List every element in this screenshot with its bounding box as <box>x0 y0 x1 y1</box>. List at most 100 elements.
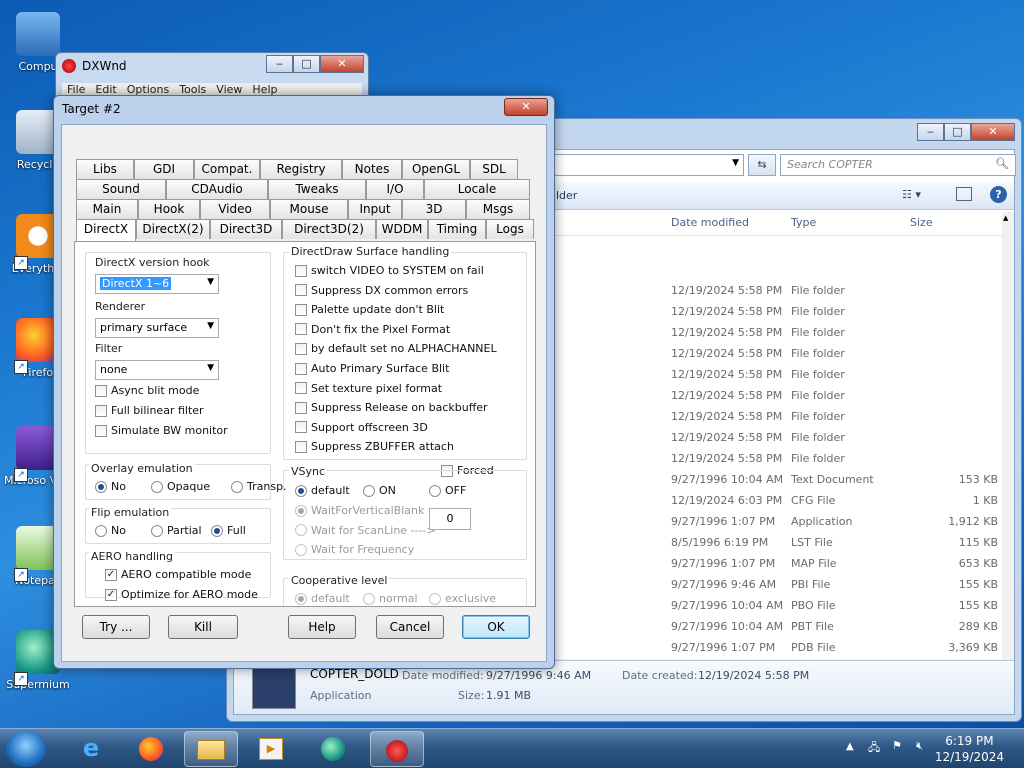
taskbar-media-player-icon[interactable]: ▶ <box>244 731 298 767</box>
action-center-flag-icon[interactable]: ⚑ <box>892 739 902 752</box>
ddraw-check-1-box[interactable] <box>295 284 307 297</box>
left-check-1[interactable]: Full bilinear filter <box>95 404 204 417</box>
tab-mouse[interactable]: Mouse <box>270 199 348 219</box>
view-options-icon[interactable]: ☷ ▾ <box>902 188 921 201</box>
tab-logs[interactable]: Logs <box>486 219 534 239</box>
taskbar-supermium-icon[interactable] <box>306 731 360 767</box>
tab-timing[interactable]: Timing <box>428 219 486 239</box>
search-input[interactable]: Search COPTER 🔍︎ <box>780 154 1016 176</box>
help-icon[interactable]: ? <box>990 186 1007 203</box>
vsync-radio-1-dot[interactable] <box>363 484 375 497</box>
tab-i-o[interactable]: I/O <box>366 179 424 199</box>
ddraw-check-5[interactable]: Auto Primary Surface Blit <box>295 362 449 375</box>
tab-msgs[interactable]: Msgs <box>466 199 530 219</box>
scroll-up-icon[interactable]: ▲ <box>1003 214 1008 222</box>
tab-locale[interactable]: Locale <box>424 179 530 199</box>
overlay-radio-1[interactable]: Opaque <box>151 480 210 493</box>
dialog-close-button[interactable]: ✕ <box>504 98 548 116</box>
scanline-input[interactable]: 0 <box>429 508 471 530</box>
ddraw-check-1[interactable]: Suppress DX common errors <box>295 284 468 297</box>
column-date-modified[interactable]: Date modified <box>671 216 749 229</box>
show-hidden-icons-icon[interactable]: ▲ <box>846 741 854 752</box>
tab-input[interactable]: Input <box>348 199 402 219</box>
help-button[interactable]: Help <box>288 615 356 639</box>
version-hook-select[interactable]: DirectX 1~6 ▼ <box>95 274 219 294</box>
flip-radio-2-dot[interactable] <box>211 524 223 537</box>
tab-sound[interactable]: Sound <box>76 179 166 199</box>
vsync-radio-0-dot[interactable] <box>295 484 307 497</box>
vsync-radio-2[interactable]: OFF <box>429 484 466 497</box>
taskbar-firefox-icon[interactable] <box>124 731 178 767</box>
overlay-radio-1-dot[interactable] <box>151 480 163 493</box>
flip-radio-2[interactable]: Full <box>211 524 246 537</box>
ok-button[interactable]: OK <box>462 615 530 639</box>
ddraw-check-0-box[interactable] <box>295 264 307 277</box>
ddraw-check-7[interactable]: Suppress Release on backbuffer <box>295 401 488 414</box>
ddraw-check-2[interactable]: Palette update don't Blit <box>295 303 444 316</box>
tab-compat[interactable]: Compat. <box>194 159 260 179</box>
taskbar-ie-icon[interactable]: e <box>64 731 118 767</box>
overlay-radio-0[interactable]: No <box>95 480 126 493</box>
ddraw-check-4-box[interactable] <box>295 342 307 355</box>
ddraw-check-6-box[interactable] <box>295 382 307 395</box>
maximize-button[interactable]: □ <box>944 123 971 141</box>
minimize-button[interactable]: ‒ <box>917 123 944 141</box>
flip-radio-0-dot[interactable] <box>95 524 107 537</box>
overlay-radio-2[interactable]: Transp. <box>231 480 287 493</box>
volume-muted-icon[interactable]: 🔇︎ <box>916 739 923 753</box>
tab-opengl[interactable]: OpenGL <box>402 159 470 179</box>
tab-gdi[interactable]: GDI <box>134 159 194 179</box>
ddraw-check-6[interactable]: Set texture pixel format <box>295 382 442 395</box>
tab-3d[interactable]: 3D <box>402 199 466 219</box>
taskbar-explorer-icon[interactable] <box>184 731 238 767</box>
dxwnd-maximize-button[interactable]: □ <box>293 55 320 73</box>
aero-check-1-box[interactable]: ✓ <box>105 588 117 601</box>
ddraw-check-8[interactable]: Support offscreen 3D <box>295 421 428 434</box>
flip-radio-1[interactable]: Partial <box>151 524 202 537</box>
ddraw-check-9[interactable]: Suppress ZBUFFER attach <box>295 440 454 453</box>
tab-cdaudio[interactable]: CDAudio <box>166 179 268 199</box>
vsync-radio-1[interactable]: ON <box>363 484 396 497</box>
network-icon[interactable]: 🖧︎ <box>868 739 880 758</box>
tab-directx-2[interactable]: DirectX(2) <box>136 219 210 239</box>
ddraw-check-5-box[interactable] <box>295 362 307 375</box>
filter-select[interactable]: none ▼ <box>95 360 219 380</box>
vsync-radio-2-dot[interactable] <box>429 484 441 497</box>
vsync-radio-0[interactable]: default <box>295 484 350 497</box>
ddraw-check-2-box[interactable] <box>295 303 307 316</box>
tab-video[interactable]: Video <box>200 199 270 219</box>
dxwnd-close-button[interactable]: ✕ <box>320 55 364 73</box>
tab-sdl[interactable]: SDL <box>470 159 518 179</box>
close-button[interactable]: ✕ <box>971 123 1015 141</box>
left-check-2[interactable]: Simulate BW monitor <box>95 424 228 437</box>
tab-main[interactable]: Main <box>76 199 138 219</box>
preview-pane-icon[interactable] <box>956 187 972 201</box>
left-check-1-box[interactable] <box>95 404 107 417</box>
start-button[interactable] <box>6 731 46 767</box>
column-type[interactable]: Type <box>791 216 816 229</box>
tab-wddm[interactable]: WDDM <box>376 219 428 239</box>
dxwnd-minimize-button[interactable]: ‒ <box>266 55 293 73</box>
kill-button[interactable]: Kill <box>168 615 238 639</box>
flip-radio-0[interactable]: No <box>95 524 126 537</box>
ddraw-check-3[interactable]: Don't fix the Pixel Format <box>295 323 450 336</box>
taskbar-clock[interactable]: 6:19 PM 12/19/2024 <box>935 733 1004 765</box>
ddraw-check-8-box[interactable] <box>295 421 307 434</box>
tab-direct3d[interactable]: Direct3D <box>210 219 282 239</box>
ddraw-check-9-box[interactable] <box>295 440 307 453</box>
overlay-radio-0-dot[interactable] <box>95 480 107 493</box>
ddraw-check-7-box[interactable] <box>295 401 307 414</box>
tab-libs[interactable]: Libs <box>76 159 134 179</box>
ddraw-check-0[interactable]: switch VIDEO to SYSTEM on fail <box>295 264 484 277</box>
try-button[interactable]: Try ... <box>82 615 150 639</box>
tab-hook[interactable]: Hook <box>138 199 200 219</box>
chevron-down-icon[interactable]: ▼ <box>732 158 739 168</box>
cancel-button[interactable]: Cancel <box>376 615 444 639</box>
tab-registry[interactable]: Registry <box>260 159 342 179</box>
tab-tweaks[interactable]: Tweaks <box>268 179 366 199</box>
column-size[interactable]: Size <box>910 216 933 229</box>
tab-direct3d-2[interactable]: Direct3D(2) <box>282 219 376 239</box>
ddraw-check-4[interactable]: by default set no ALPHACHANNEL <box>295 342 497 355</box>
refresh-button[interactable]: ⇆ <box>748 154 776 176</box>
overlay-radio-2-dot[interactable] <box>231 480 243 493</box>
